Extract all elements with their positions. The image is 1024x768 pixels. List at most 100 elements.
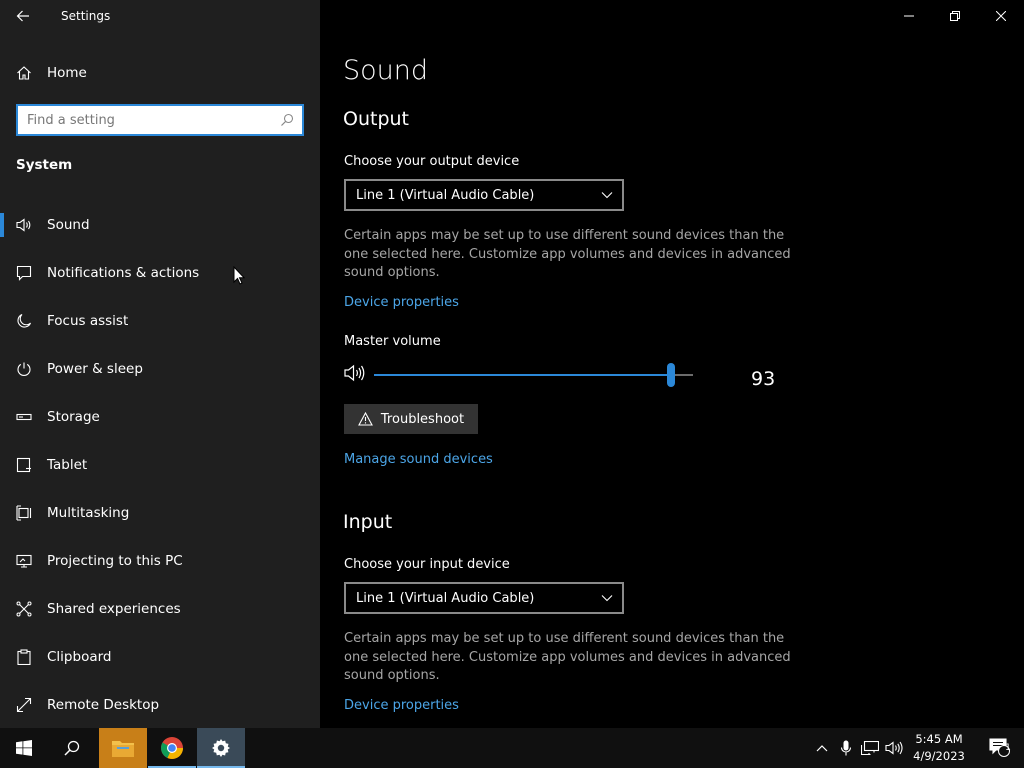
- notification-count: 1: [1005, 743, 1011, 753]
- sidebar-item-notifications[interactable]: Notifications & actions: [0, 249, 320, 297]
- nav-home[interactable]: Home: [0, 55, 320, 91]
- nav-list: Sound Notifications & actions Focus assi…: [0, 201, 320, 729]
- search-button[interactable]: [48, 728, 96, 768]
- restore-button[interactable]: [932, 0, 978, 32]
- sidebar-item-label: Focus assist: [47, 313, 129, 329]
- volume-icon[interactable]: [344, 364, 366, 382]
- sidebar: Settings Home System Sound Notifications…: [0, 0, 320, 728]
- output-description: Certain apps may be set up to use differ…: [344, 228, 791, 280]
- notification-icon: [16, 265, 32, 281]
- back-arrow-icon: [16, 10, 29, 22]
- clipboard-icon: [17, 649, 31, 665]
- power-icon: [17, 362, 31, 377]
- input-device-properties-link[interactable]: Device properties: [344, 698, 459, 713]
- show-hidden-icons-button[interactable]: [810, 744, 834, 752]
- sidebar-item-multitasking[interactable]: Multitasking: [0, 489, 320, 537]
- sidebar-item-power-sleep[interactable]: Power & sleep: [0, 345, 320, 393]
- main-content: Sound Output Choose your output device L…: [320, 0, 1024, 728]
- output-device-dropdown[interactable]: Line 1 (Virtual Audio Cable): [344, 179, 624, 211]
- output-device-properties-link[interactable]: Device properties: [344, 295, 459, 310]
- remote-desktop-icon: [16, 697, 32, 713]
- start-button[interactable]: [0, 728, 48, 768]
- master-volume-slider[interactable]: [344, 362, 784, 388]
- action-center-button[interactable]: 1: [976, 728, 1024, 768]
- shared-icon: [16, 601, 32, 617]
- projecting-icon: [16, 554, 32, 568]
- sidebar-item-sound[interactable]: Sound: [0, 201, 320, 249]
- windows-logo-icon: [16, 740, 32, 756]
- manage-sound-devices-link[interactable]: Manage sound devices: [344, 452, 493, 467]
- folder-icon: [112, 741, 134, 757]
- search-box[interactable]: [16, 104, 304, 136]
- clock[interactable]: 5:45 AM 4/9/2023: [910, 731, 968, 765]
- troubleshoot-button[interactable]: Troubleshoot: [344, 404, 478, 434]
- microphone-button[interactable]: [834, 740, 858, 756]
- storage-icon: [16, 413, 32, 421]
- output-device-label: Choose your output device: [344, 154, 520, 169]
- sidebar-item-label: Notifications & actions: [47, 265, 200, 281]
- sidebar-item-label: Multitasking: [47, 505, 130, 521]
- sidebar-item-tablet[interactable]: Tablet: [0, 441, 320, 489]
- chrome-button[interactable]: [148, 728, 196, 768]
- app-title: Settings: [61, 9, 111, 23]
- restore-icon: [950, 11, 960, 21]
- settings-taskbar-button[interactable]: [197, 728, 245, 768]
- sidebar-item-focus-assist[interactable]: Focus assist: [0, 297, 320, 345]
- input-heading: Input: [343, 511, 393, 533]
- section-title: System: [16, 157, 73, 173]
- slider-fill: [374, 374, 671, 376]
- chevron-down-icon: [601, 595, 613, 602]
- tablet-icon: [16, 457, 31, 473]
- input-device-label: Choose your input device: [344, 557, 510, 572]
- sidebar-item-clipboard[interactable]: Clipboard: [0, 633, 320, 681]
- warning-icon: [357, 412, 373, 426]
- multitasking-icon: [16, 505, 32, 521]
- input-description: Certain apps may be set up to use differ…: [344, 631, 791, 683]
- clock-date: 4/9/2023: [913, 749, 965, 763]
- close-icon: [996, 11, 1006, 21]
- moon-icon: [17, 313, 32, 328]
- sidebar-item-shared-experiences[interactable]: Shared experiences: [0, 585, 320, 633]
- minimize-button[interactable]: [886, 0, 932, 32]
- close-button[interactable]: [978, 0, 1024, 32]
- back-button[interactable]: [0, 0, 46, 32]
- sidebar-item-label: Shared experiences: [47, 601, 181, 617]
- speaker-icon: [16, 218, 31, 232]
- sidebar-item-projecting[interactable]: Projecting to this PC: [0, 537, 320, 585]
- chevron-up-icon: [816, 745, 828, 752]
- network-button[interactable]: [858, 741, 882, 755]
- sidebar-item-label: Sound: [47, 217, 90, 233]
- output-heading: Output: [343, 108, 409, 130]
- search-icon: [281, 113, 294, 126]
- sidebar-item-label: Projecting to this PC: [47, 553, 183, 569]
- network-icon: [861, 741, 879, 755]
- chevron-down-icon: [601, 192, 613, 199]
- system-tray: [810, 728, 906, 768]
- gear-icon: [212, 739, 230, 757]
- minimize-icon: [904, 15, 914, 17]
- window-controls: [886, 0, 1024, 32]
- search-input[interactable]: [18, 106, 272, 134]
- sidebar-item-label: Power & sleep: [47, 361, 143, 377]
- sidebar-item-label: Storage: [47, 409, 100, 425]
- input-device-dropdown[interactable]: Line 1 (Virtual Audio Cable): [344, 582, 624, 614]
- volume-value: 93: [751, 368, 776, 390]
- sidebar-item-storage[interactable]: Storage: [0, 393, 320, 441]
- troubleshoot-label: Troubleshoot: [380, 411, 465, 427]
- sidebar-item-remote-desktop[interactable]: Remote Desktop: [0, 681, 320, 729]
- home-label: Home: [47, 65, 87, 81]
- file-explorer-button[interactable]: [99, 728, 147, 768]
- microphone-icon: [841, 740, 851, 756]
- output-device-value: Line 1 (Virtual Audio Cable): [356, 187, 535, 203]
- volume-icon: [885, 741, 903, 755]
- clock-time: 5:45 AM: [915, 732, 963, 746]
- sidebar-item-label: Remote Desktop: [47, 697, 160, 713]
- volume-tray-button[interactable]: [882, 741, 906, 755]
- search-icon: [64, 740, 80, 756]
- slider-thumb[interactable]: [667, 363, 675, 387]
- slider-track[interactable]: [374, 363, 693, 387]
- master-volume-label: Master volume: [344, 334, 441, 349]
- input-device-value: Line 1 (Virtual Audio Cable): [356, 590, 535, 606]
- mouse-cursor-icon: [233, 266, 245, 285]
- chrome-icon: [161, 737, 183, 759]
